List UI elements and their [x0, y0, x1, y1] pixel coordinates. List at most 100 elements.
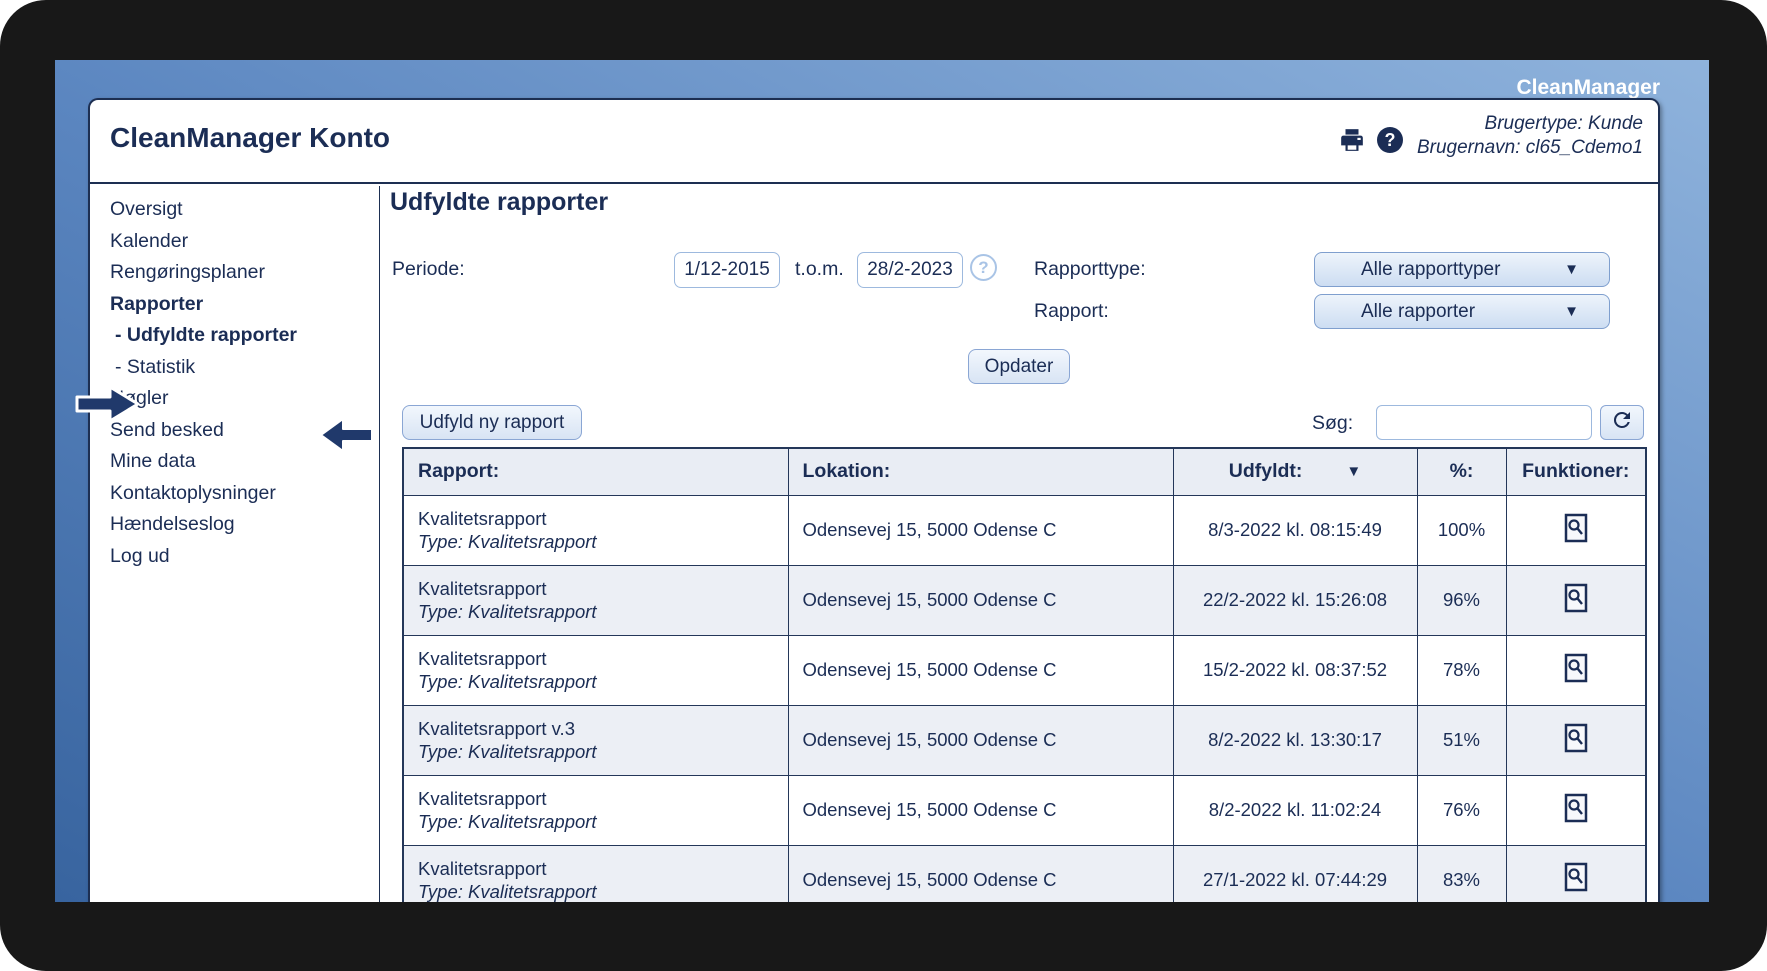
col-header-lokation[interactable]: Lokation:	[787, 447, 1174, 496]
col-header-udfyldt-label: Udfyldt:	[1228, 460, 1303, 483]
report-type: Type: Kvalitetsrapport	[418, 671, 597, 692]
magnifier-doc-icon	[1564, 583, 1588, 616]
report-name: Kvalitetsrapport	[418, 857, 547, 879]
magnifier-doc-icon	[1564, 863, 1588, 895]
rapport-selected-value: Alle rapporter	[1361, 300, 1476, 322]
main-content: Udfyldte rapporter Periode: t.o.m. ? Rap…	[381, 186, 1658, 902]
rapporttype-select[interactable]: Alle rapporttyper ▼	[1314, 252, 1610, 287]
view-report-button[interactable]	[1564, 723, 1588, 753]
rapport-select[interactable]: Alle rapporter ▼	[1314, 294, 1610, 329]
report-completed: 8/2-2022 kl. 11:02:24	[1172, 774, 1418, 846]
sidebar-item-noegler[interactable]: Nøgler	[110, 383, 379, 415]
period-help-icon[interactable]: ?	[970, 254, 997, 281]
report-completed: 8/3-2022 kl. 08:15:49	[1172, 494, 1418, 566]
report-completed: 15/2-2022 kl. 08:37:52	[1172, 634, 1418, 706]
view-report-button[interactable]	[1564, 653, 1588, 683]
user-info: Brugertype: Kunde Brugernavn: cl65_Cdemo…	[1417, 112, 1643, 160]
view-report-button[interactable]	[1564, 513, 1588, 543]
col-header-percent[interactable]: %:	[1416, 447, 1507, 496]
user-name: Brugernavn: cl65_Cdemo1	[1416, 136, 1643, 158]
rapport-label: Rapport:	[1034, 300, 1109, 322]
sidebar-item-rapporter[interactable]: Rapporter	[110, 289, 379, 321]
sidebar-item-rengoeringsplaner[interactable]: Rengøringsplaner	[110, 257, 379, 289]
sidebar-item-oversigt[interactable]: Oversigt	[110, 194, 379, 226]
table-header-row: Rapport: Lokation: Udfyldt: ▼ %: Funktio…	[402, 447, 1647, 496]
report-location: Odensevej 15, 5000 Odense C	[787, 494, 1174, 566]
rapporttype-selected-value: Alle rapporttyper	[1361, 258, 1501, 280]
rapporttype-label: Rapporttype:	[1034, 258, 1146, 280]
report-type: Type: Kvalitetsrapport	[418, 811, 597, 832]
date-from-input[interactable]	[674, 252, 780, 288]
report-completed: 8/2-2022 kl. 13:30:17	[1172, 704, 1418, 776]
new-report-button[interactable]: Udfyld ny rapport	[402, 405, 582, 440]
browser-viewport: CleanManager CleanManager Konto ? Bruger…	[55, 60, 1709, 902]
sidebar-item-kalender[interactable]: Kalender	[110, 226, 379, 258]
sidebar-item-log-ud[interactable]: Log ud	[110, 541, 379, 573]
report-percent: 96%	[1416, 564, 1507, 636]
periode-label: Periode:	[392, 258, 465, 280]
help-button[interactable]: ?	[1376, 126, 1403, 153]
search-input[interactable]	[1376, 405, 1592, 440]
table-row: Kvalitetsrapport Type: Kvalitetsrapport …	[402, 634, 1647, 706]
app-title: CleanManager Konto	[110, 122, 391, 153]
sidebar-item-statistik[interactable]: - Statistik	[110, 352, 379, 384]
table-row: Kvalitetsrapport Type: Kvalitetsrapport …	[402, 774, 1647, 846]
user-block: ? Brugertype: Kunde Brugernavn: cl65_Cde…	[1339, 112, 1643, 160]
report-percent: 51%	[1416, 704, 1507, 776]
report-name: Kvalitetsrapport	[418, 507, 547, 529]
report-location: Odensevej 15, 5000 Odense C	[787, 774, 1174, 846]
report-name: Kvalitetsrapport	[418, 787, 547, 809]
report-location: Odensevej 15, 5000 Odense C	[787, 704, 1174, 776]
page-title: Udfyldte rapporter	[390, 188, 609, 216]
chevron-down-icon: ▼	[1564, 303, 1579, 320]
sidebar: Oversigt Kalender Rengøringsplaner Rappo…	[90, 186, 380, 902]
brand-text: CleanManager	[1516, 76, 1660, 99]
report-location: Odensevej 15, 5000 Odense C	[787, 564, 1174, 636]
printer-icon	[1339, 128, 1365, 156]
table-row: Kvalitetsrapport Type: Kvalitetsrapport …	[402, 564, 1647, 636]
magnifier-doc-icon	[1564, 653, 1588, 686]
refresh-icon	[1610, 408, 1634, 438]
print-button[interactable]	[1339, 127, 1365, 153]
tom-label: t.o.m.	[795, 258, 844, 280]
report-percent: 83%	[1416, 844, 1507, 902]
view-report-button[interactable]	[1564, 862, 1588, 892]
user-type: Brugertype: Kunde	[1484, 113, 1643, 134]
table-row: Kvalitetsrapport Type: Kvalitetsrapport …	[402, 844, 1647, 902]
header-icons: ?	[1339, 126, 1403, 153]
table-row: Kvalitetsrapport v.3 Type: Kvalitetsrapp…	[402, 704, 1647, 776]
help-icon: ?	[1376, 126, 1403, 153]
sidebar-item-haendelseslog[interactable]: Hændelseslog	[110, 509, 379, 541]
report-name: Kvalitetsrapport	[418, 577, 547, 599]
view-report-button[interactable]	[1564, 583, 1588, 613]
report-type: Type: Kvalitetsrapport	[418, 741, 597, 762]
report-percent: 76%	[1416, 774, 1507, 846]
refresh-button[interactable]	[1600, 405, 1644, 440]
magnifier-doc-icon	[1564, 723, 1588, 756]
sort-desc-icon: ▼	[1346, 463, 1362, 481]
sidebar-item-kontaktoplysninger[interactable]: Kontaktoplysninger	[110, 478, 379, 510]
view-report-button[interactable]	[1564, 793, 1588, 823]
magnifier-doc-icon	[1564, 793, 1588, 826]
col-header-udfyldt[interactable]: Udfyldt: ▼	[1172, 447, 1418, 496]
chevron-down-icon: ▼	[1564, 261, 1579, 278]
report-type: Type: Kvalitetsrapport	[418, 880, 597, 902]
screenshot-frame: CleanManager CleanManager Konto ? Bruger…	[0, 0, 1767, 971]
report-percent: 100%	[1416, 494, 1507, 566]
udfyldte-pointer-arrow-icon	[318, 416, 374, 454]
opdater-button[interactable]: Opdater	[968, 349, 1070, 384]
report-location: Odensevej 15, 5000 Odense C	[787, 634, 1174, 706]
report-location: Odensevej 15, 5000 Odense C	[787, 844, 1174, 902]
table-row: Kvalitetsrapport Type: Kvalitetsrapport …	[402, 494, 1647, 566]
report-name: Kvalitetsrapport	[418, 647, 547, 669]
report-type: Type: Kvalitetsrapport	[418, 531, 597, 552]
col-header-funktioner: Funktioner:	[1505, 447, 1647, 496]
sidebar-item-udfyldte-rapporter[interactable]: - Udfyldte rapporter	[110, 320, 379, 352]
report-completed: 22/2-2022 kl. 15:26:08	[1172, 564, 1418, 636]
magnifier-doc-icon	[1564, 513, 1588, 546]
date-to-input[interactable]	[857, 252, 963, 288]
search-label: Søg:	[1312, 412, 1354, 434]
col-header-rapport[interactable]: Rapport:	[402, 447, 789, 496]
report-percent: 78%	[1416, 634, 1507, 706]
reports-table: Rapport: Lokation: Udfyldt: ▼ %: Funktio…	[402, 447, 1647, 902]
